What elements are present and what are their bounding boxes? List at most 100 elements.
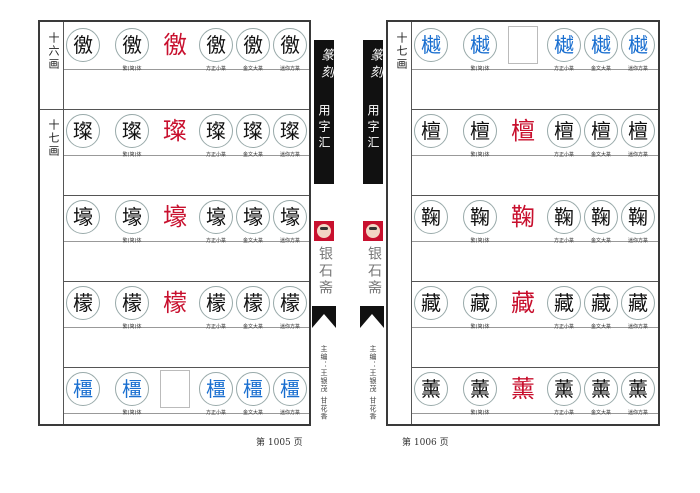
char-dazhuan: 璨 [236, 114, 270, 148]
page-number-right: 第 1006 页 [402, 438, 449, 448]
char-dazhuan: 壕 [236, 200, 270, 234]
caption-xiaozhuan: 方正小篆 [205, 66, 226, 72]
caption-traditional: 繁(简)体 [122, 152, 142, 158]
caption-traditional: 繁(简)体 [122, 410, 142, 416]
char-dazhuan: 薰 [584, 372, 618, 406]
char-miniseal: 檬 [273, 286, 307, 320]
char-red-seal: 壕 [163, 203, 187, 231]
press-name: 银石斋 [317, 246, 333, 297]
char-miniseal: 樾 [621, 28, 655, 62]
caption-dazhuan: 金文大篆 [242, 238, 263, 244]
char-dazhuan: 橿 [236, 372, 270, 406]
caption-traditional: 繁(简)体 [122, 238, 142, 244]
char-red-seal: 徼 [163, 31, 187, 59]
char-red-seal: 鞠 [511, 203, 535, 231]
char-traditional: 檀 [463, 114, 497, 148]
caption-miniseal: 迷你方篆 [279, 410, 300, 416]
author-portrait-icon [313, 220, 335, 242]
char-traditional: 鞠 [463, 200, 497, 234]
char-regular: 鞠 [414, 200, 448, 234]
char-regular: 徼 [66, 28, 100, 62]
char-miniseal: 壕 [273, 200, 307, 234]
char-traditional: 橿 [115, 372, 149, 406]
char-regular: 橿 [66, 372, 100, 406]
caption-xiaozhuan: 方正小篆 [553, 66, 574, 72]
caption-dazhuan: 金文大篆 [242, 410, 263, 416]
editor-credit: 主编：王银茂 甘花香 [369, 345, 377, 421]
char-xiaozhuan: 檬 [199, 286, 233, 320]
char-red-seal: 璨 [163, 117, 187, 145]
char-regular: 璨 [66, 114, 100, 148]
char-traditional: 檬 [115, 286, 149, 320]
spine-title: 用字汇 [366, 104, 380, 152]
char-red-seal: 藏 [511, 289, 535, 317]
char-traditional: 壕 [115, 200, 149, 234]
caption-xiaozhuan: 方正小篆 [553, 152, 574, 158]
char-dazhuan: 檬 [236, 286, 270, 320]
char-red-seal: 薰 [511, 375, 535, 403]
page-number-left: 第 1005 页 [256, 438, 303, 448]
char-dazhuan: 徼 [236, 28, 270, 62]
caption-miniseal: 迷你方篆 [627, 238, 648, 244]
char-regular: 檀 [414, 114, 448, 148]
char-dazhuan: 樾 [584, 28, 618, 62]
caption-dazhuan: 金文大篆 [590, 410, 611, 416]
caption-dazhuan: 金文大篆 [242, 66, 263, 72]
editor-credit: 主编：王银茂 甘花香 [320, 345, 328, 421]
char-miniseal: 藏 [621, 286, 655, 320]
caption-dazhuan: 金文大篆 [590, 66, 611, 72]
caption-xiaozhuan: 方正小篆 [205, 152, 226, 158]
char-regular: 樾 [414, 28, 448, 62]
caption-xiaozhuan: 方正小篆 [205, 410, 226, 416]
caption-miniseal: 迷你方篆 [627, 410, 648, 416]
char-xiaozhuan: 藏 [547, 286, 581, 320]
char-regular: 薰 [414, 372, 448, 406]
char-miniseal: 璨 [273, 114, 307, 148]
char-seal-placeholder [160, 370, 190, 408]
caption-traditional: 繁(简)体 [470, 410, 490, 416]
left-spine-notch [312, 306, 336, 328]
char-traditional: 藏 [463, 286, 497, 320]
char-xiaozhuan: 壕 [199, 200, 233, 234]
caption-miniseal: 迷你方篆 [627, 324, 648, 330]
caption-dazhuan: 金文大篆 [590, 324, 611, 330]
char-red-seal: 檀 [511, 117, 535, 145]
caption-traditional: 繁(简)体 [470, 66, 490, 72]
caption-traditional: 繁(简)体 [122, 324, 142, 330]
spine-title-calli: 篆刻 [367, 48, 382, 82]
caption-dazhuan: 金文大篆 [590, 238, 611, 244]
caption-miniseal: 迷你方篆 [279, 66, 300, 72]
caption-traditional: 繁(简)体 [122, 66, 142, 72]
char-miniseal: 檀 [621, 114, 655, 148]
char-regular: 藏 [414, 286, 448, 320]
caption-dazhuan: 金文大篆 [242, 152, 263, 158]
char-traditional: 璨 [115, 114, 149, 148]
char-regular: 檬 [66, 286, 100, 320]
char-seal-placeholder [508, 26, 538, 64]
spine-title-calli: 篆刻 [318, 48, 333, 82]
caption-xiaozhuan: 方正小篆 [205, 238, 226, 244]
caption-traditional: 繁(简)体 [470, 238, 490, 244]
char-miniseal: 薰 [621, 372, 655, 406]
char-dazhuan: 檀 [584, 114, 618, 148]
caption-xiaozhuan: 方正小篆 [553, 410, 574, 416]
char-xiaozhuan: 璨 [199, 114, 233, 148]
char-xiaozhuan: 薰 [547, 372, 581, 406]
char-dazhuan: 鞠 [584, 200, 618, 234]
page-gutter [349, 0, 351, 493]
right-spine-notch [360, 306, 384, 328]
char-traditional: 樾 [463, 28, 497, 62]
section-label-17: 十七画 [47, 119, 60, 158]
caption-xiaozhuan: 方正小篆 [553, 238, 574, 244]
char-red-seal: 檬 [163, 289, 187, 317]
char-xiaozhuan: 徼 [199, 28, 233, 62]
caption-miniseal: 迷你方篆 [627, 66, 648, 72]
char-xiaozhuan: 鞠 [547, 200, 581, 234]
caption-traditional: 繁(简)体 [470, 152, 490, 158]
char-xiaozhuan: 樾 [547, 28, 581, 62]
char-miniseal: 徼 [273, 28, 307, 62]
caption-dazhuan: 金文大篆 [242, 324, 263, 330]
char-dazhuan: 藏 [584, 286, 618, 320]
caption-miniseal: 迷你方篆 [279, 324, 300, 330]
caption-miniseal: 迷你方篆 [279, 238, 300, 244]
